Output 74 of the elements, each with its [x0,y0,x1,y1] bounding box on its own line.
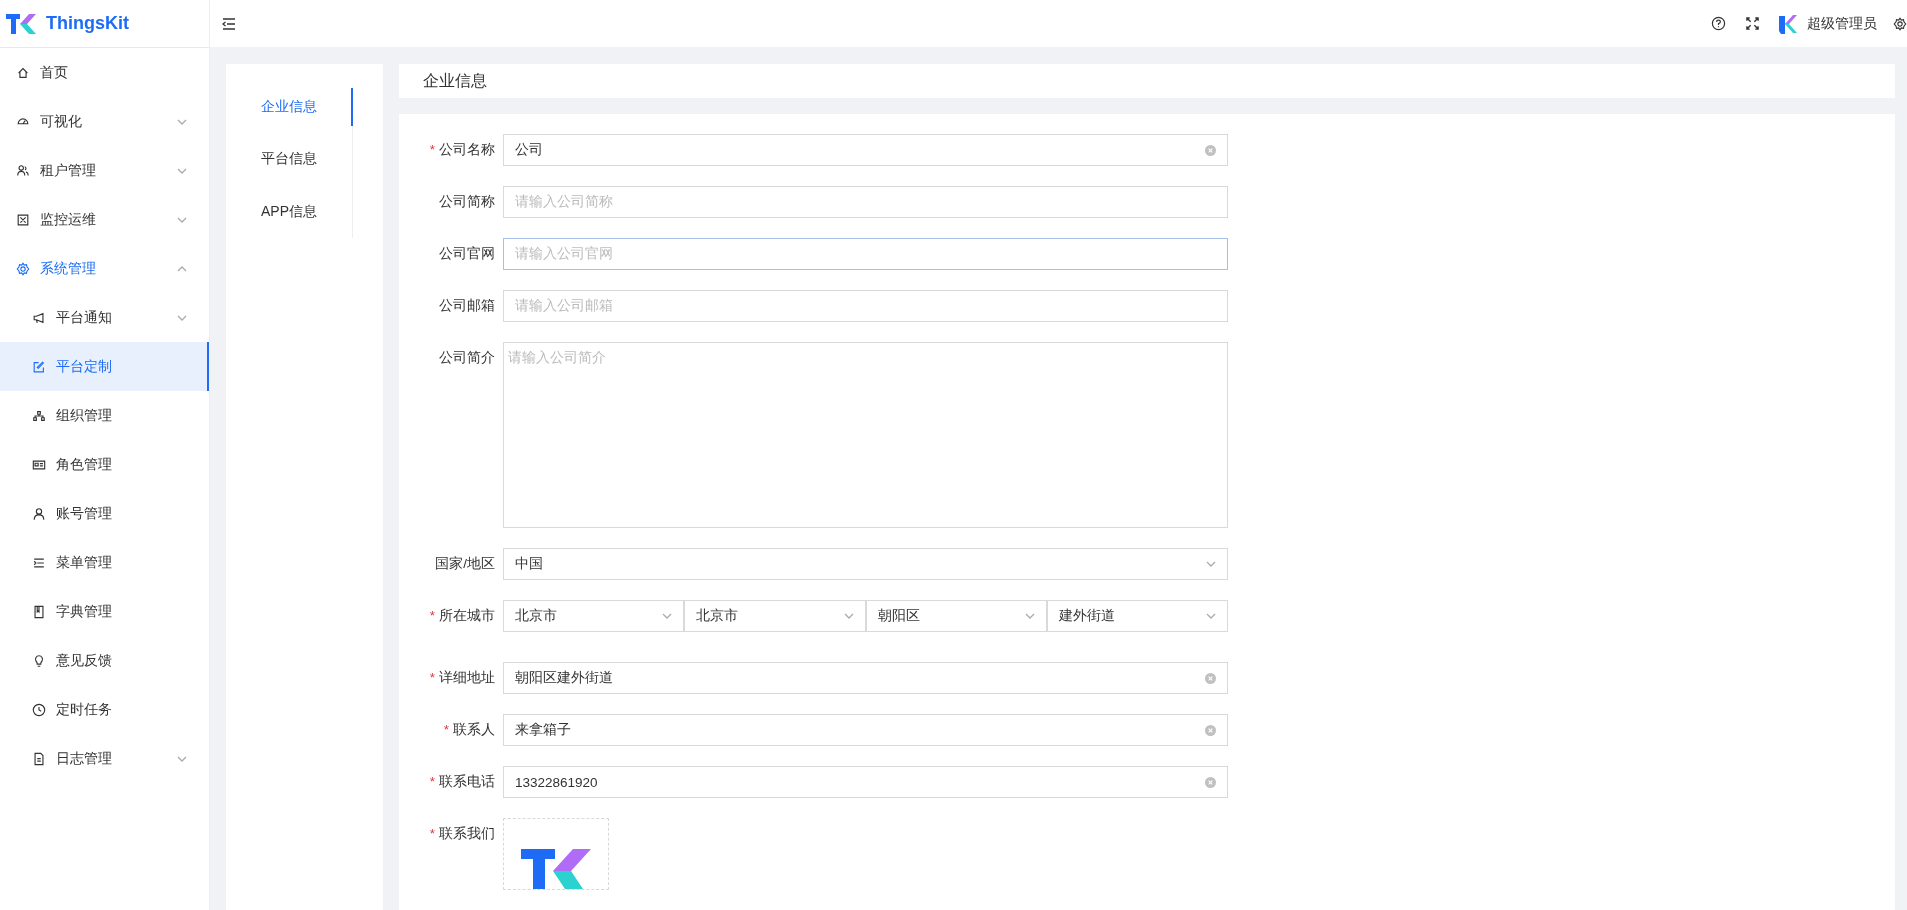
sidebar-item[interactable]: 监控运维 [0,195,209,244]
select-field[interactable]: 北京市 [503,600,685,632]
section-tab[interactable]: 企业信息 [226,88,353,126]
field-label: 详细地址 [439,670,495,685]
user-name[interactable]: 超级管理员 [1807,14,1877,33]
input-field[interactable]: 13322861920 [503,766,1228,798]
bulb-icon [32,653,46,668]
book-icon [32,604,46,619]
sidebar-item[interactable]: 可视化 [0,97,209,146]
sidebar-item[interactable]: 平台通知 [0,293,209,342]
section-title: 企业信息 [423,70,487,91]
required-mark: * [429,774,435,789]
field-label: 联系我们 [439,826,495,841]
idcard-icon [32,457,46,472]
settings-icon[interactable] [1893,16,1907,31]
sidebar-item[interactable]: 字典管理 [0,587,209,636]
select-field[interactable]: 建外街道 [1046,600,1228,632]
logo-text: ThingsKit [46,13,129,34]
chevron-icon [1206,561,1216,567]
edit-icon [32,359,46,374]
sidebar-item[interactable]: 定时任务 [0,685,209,734]
sidebar-item[interactable]: 组织管理 [0,391,209,440]
sidebar-item[interactable]: 账号管理 [0,489,209,538]
sidebar-item[interactable]: 意见反馈 [0,636,209,685]
sidebar-item[interactable]: 租户管理 [0,146,209,195]
field-label: 国家/地区 [435,556,495,571]
required-mark: * [443,722,449,737]
gear-icon [16,261,30,276]
section-tab[interactable]: APP信息 [226,185,352,238]
logo-image [521,849,591,889]
org-icon [32,408,46,423]
sidebar-item[interactable]: 首页 [0,48,209,97]
chevron-icon [1024,613,1035,619]
avatar-logo-icon [1779,13,1797,34]
select-field[interactable]: 北京市 [684,600,866,632]
file-icon [32,751,46,766]
help-icon[interactable] [1711,16,1726,31]
sidebar-item[interactable]: 角色管理 [0,440,209,489]
menu-icon [32,555,46,570]
required-mark: * [429,826,435,841]
field-label: 联系电话 [439,774,495,789]
field-label: 公司名称 [439,142,495,157]
home-icon [16,65,30,80]
field-label: 公司简称 [439,194,495,209]
field-label: 公司简介 [439,350,495,365]
fullscreen-icon[interactable] [1746,17,1759,30]
monitor-icon [16,212,30,227]
field-label: 联系人 [453,722,495,737]
chevron-icon [662,613,673,619]
field-label: 公司邮箱 [439,298,495,313]
user-icon [32,506,46,521]
megaphone-icon [32,310,46,325]
menu-fold-icon[interactable] [222,17,236,30]
clock-icon [32,702,46,717]
sidebar-item[interactable]: 平台定制 [0,342,209,391]
logo-icon [6,13,36,34]
sidebar-item[interactable]: 菜单管理 [0,538,209,587]
sidebar-item[interactable]: 系统管理 [0,244,209,293]
field-label: 公司官网 [439,246,495,261]
input-field[interactable]: 公司 [503,134,1228,166]
required-mark: * [429,142,435,157]
select-field[interactable]: 朝阳区 [865,600,1047,632]
image-upload[interactable] [503,818,609,890]
users-icon [16,163,30,178]
sidebar-item[interactable]: 日志管理 [0,734,209,783]
required-mark: * [429,670,435,685]
chevron-icon [1206,613,1216,619]
field-label: 所在城市 [439,608,495,623]
input-field[interactable]: 来拿箱子 [503,714,1228,746]
chevron-icon [843,613,854,619]
input-field[interactable]: 朝阳区建外街道 [503,662,1228,694]
select-field[interactable]: 中国 [503,548,1228,580]
section-tab[interactable]: 平台信息 [226,132,352,185]
required-mark: * [429,608,435,623]
